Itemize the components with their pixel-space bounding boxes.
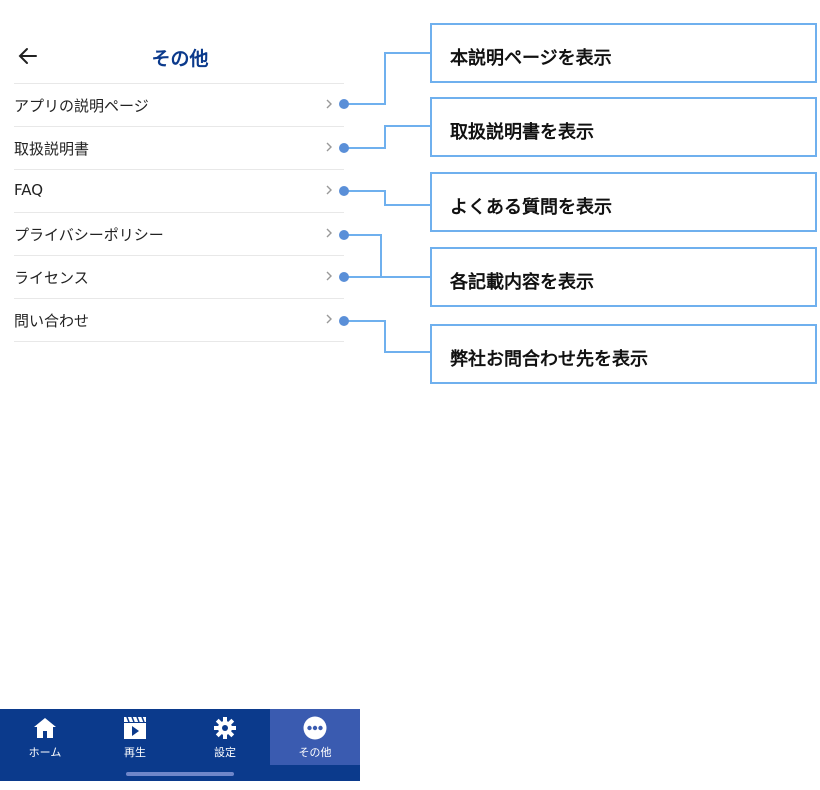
menu-item-license[interactable]: ライセンス: [14, 255, 344, 298]
chevron-right-icon: [326, 314, 332, 324]
home-indicator: [126, 772, 234, 776]
chevron-right-icon: [326, 99, 332, 109]
menu-item-label: ライセンス: [14, 269, 89, 287]
callout-faq: よくある質問を表示: [430, 172, 817, 232]
page-title: その他: [151, 48, 209, 70]
callout-contact: 弊社お問合わせ先を表示: [430, 324, 817, 384]
callout-text: 取扱説明書を表示: [450, 122, 594, 143]
tab-home[interactable]: ホーム: [0, 709, 90, 765]
more-icon: [303, 716, 327, 740]
menu-item-label: プライバシーポリシー: [14, 226, 164, 244]
tab-more[interactable]: その他: [270, 709, 360, 765]
callout-text: 本説明ページを表示: [450, 48, 612, 69]
menu-item-label: 問い合わせ: [14, 312, 90, 330]
chevron-right-icon: [326, 142, 332, 152]
callout-policies: 各記載内容を表示: [430, 247, 817, 307]
menu-item-label: FAQ: [14, 181, 44, 199]
menu-item-manual[interactable]: 取扱説明書: [14, 126, 344, 169]
header: その他: [0, 30, 360, 82]
menu-item-label: アプリの説明ページ: [14, 97, 149, 115]
menu-list: アプリの説明ページ 取扱説明書 FAQ プライバシーポリシー ライセンス 問い合…: [14, 83, 344, 342]
menu-item-contact[interactable]: 問い合わせ: [14, 298, 344, 342]
tab-label: 設定: [214, 746, 236, 759]
bottom-nav: ホーム 再生 設定 その他: [0, 709, 360, 781]
app-screen: その他 アプリの説明ページ 取扱説明書 FAQ プライバシーポリシー ライセンス…: [0, 0, 360, 790]
tab-label: ホーム: [28, 746, 62, 759]
callout-manual: 取扱説明書を表示: [430, 97, 817, 157]
tab-label: その他: [298, 746, 332, 759]
menu-item-app-guide[interactable]: アプリの説明ページ: [14, 83, 344, 126]
play-icon: [124, 716, 146, 739]
callout-text: 各記載内容を表示: [450, 272, 594, 293]
menu-item-privacy-policy[interactable]: プライバシーポリシー: [14, 212, 344, 255]
home-icon: [34, 718, 56, 738]
chevron-right-icon: [326, 228, 332, 238]
callout-app-guide: 本説明ページを表示: [430, 23, 817, 83]
tab-label: 再生: [124, 746, 146, 759]
menu-item-faq[interactable]: FAQ: [14, 169, 344, 212]
callout-text: よくある質問を表示: [450, 197, 612, 218]
menu-item-label: 取扱説明書: [14, 140, 90, 158]
gear-icon: [214, 717, 236, 739]
tab-settings[interactable]: 設定: [180, 709, 270, 765]
tab-play[interactable]: 再生: [90, 709, 180, 765]
callout-text: 弊社お問合わせ先を表示: [450, 349, 648, 370]
chevron-right-icon: [326, 185, 332, 195]
chevron-right-icon: [326, 271, 332, 281]
